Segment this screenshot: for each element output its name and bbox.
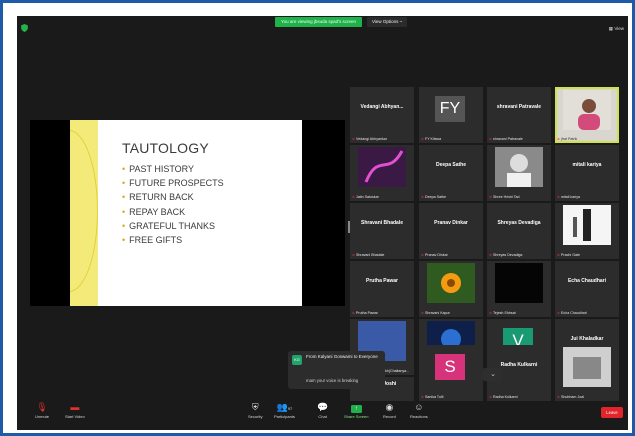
mic-icon: ⨯ <box>557 137 561 141</box>
slide-decor-bar <box>70 120 98 306</box>
chat-avatar: KG <box>292 355 302 365</box>
record-icon: ◉ <box>385 402 394 412</box>
participant-tile[interactable]: ⨯Shravani Kapur <box>419 261 483 317</box>
mic-muted-icon: ⨯ <box>557 395 561 399</box>
mic-muted-icon: ⨯ <box>557 195 561 199</box>
profile-picture <box>495 263 543 303</box>
mic-muted-icon: ⨯ <box>489 195 493 199</box>
view-button[interactable]: ▦ View <box>609 26 624 32</box>
slide-bullet: • REPAY BACK <box>122 206 186 217</box>
slide-bullet: • FREE GIFTS <box>122 235 183 246</box>
view-label: View <box>614 26 624 31</box>
mic-muted-icon: ⨯ <box>352 195 356 199</box>
participant-tile[interactable]: ⨯Shubham Joal <box>555 345 619 401</box>
participants-icon: 👥97 <box>276 402 293 412</box>
participant-tile[interactable]: mitali kariya ⨯mitali kariya <box>555 145 619 201</box>
gallery-scroll-down-button[interactable]: ⌄ <box>483 368 503 381</box>
slide-bullet: • PAST HISTORY <box>122 164 195 174</box>
chevron-down-icon: ⌄ <box>490 371 496 378</box>
participant-tile[interactable]: ⨯Shree Hrishi Tad <box>487 145 551 201</box>
profile-picture <box>563 347 611 387</box>
shield-icon[interactable] <box>21 24 28 32</box>
reactions-button[interactable]: ☺ Reactions <box>410 402 428 419</box>
participant-tile[interactable]: Prutha Pawar ⨯Prutha Pawar <box>350 261 414 317</box>
shared-screen: TAUTOLOGY • PAST HISTORY • FUTURE PROSPECT… <box>30 120 345 306</box>
slide-bullets: • PAST HISTORY • FUTURE PROSPECTS • RETURN … <box>122 162 224 247</box>
mic-muted-icon: ⨯ <box>352 137 356 141</box>
zoom-meeting-window: You are viewing jbsuda spad's screen Vie… <box>17 16 628 430</box>
participant-tile[interactable]: ⨯Tejesh Shirsat <box>487 261 551 317</box>
share-screen-button[interactable]: ↑ Share Screen <box>344 402 368 419</box>
record-button[interactable]: ◉ Record <box>383 402 396 419</box>
chat-button[interactable]: 💬 Chat <box>317 402 328 419</box>
mic-muted-icon: ⨯ <box>489 137 493 141</box>
mic-muted-icon: ⨯ <box>421 311 425 315</box>
unmute-button[interactable]: 🎙 Unmute <box>35 402 49 419</box>
mic-muted-icon: ⨯ <box>421 195 425 199</box>
chat-message: mam your voice is breaking <box>306 378 359 383</box>
participant-tile[interactable]: S ⨯Sanika Tulli <box>419 345 483 401</box>
slide-bullet: • FUTURE PROSPECTS <box>122 178 224 189</box>
chat-sender: From Kalyani Goswami to Everyone <box>306 354 378 359</box>
mic-muted-icon: 🎙 <box>36 402 48 412</box>
mic-muted-icon: ⨯ <box>489 311 493 315</box>
participant-tile[interactable]: Echa Chaudhari ⨯Echa Chaudhari <box>555 261 619 317</box>
mic-muted-icon: ⨯ <box>421 137 425 141</box>
presentation-slide: TAUTOLOGY • PAST HISTORY • FUTURE PROSPECT… <box>70 120 302 306</box>
profile-picture <box>495 147 543 187</box>
mic-muted-icon: ⨯ <box>489 395 493 399</box>
security-button[interactable]: ⛨ Security <box>248 402 262 419</box>
mic-muted-icon: ⨯ <box>557 311 561 315</box>
speaker-video-image <box>563 90 611 130</box>
participant-tile-active-speaker[interactable]: ⨯jfrat Patrik <box>555 87 619 143</box>
participant-tile[interactable]: Shravani Bhadale ⨯Shravani Bhadale <box>350 203 414 259</box>
view-options-button[interactable]: View Options ~ <box>367 17 408 27</box>
screenshot-frame: You are viewing jbsuda spad's screen Vie… <box>0 0 635 436</box>
participant-tile[interactable]: Deepa Sathe ⨯Deepa Sathe <box>419 145 483 201</box>
participant-tile[interactable]: Vedangi Abhyan... ⨯Vedangi Abhyankar <box>350 87 414 143</box>
participant-tile[interactable]: Pranav Dinkar ⨯Pranav Dinkar <box>419 203 483 259</box>
slide-bullet: • GRATEFUL THANKS <box>122 220 216 231</box>
mic-muted-icon: ⨯ <box>421 395 425 399</box>
leave-meeting-button[interactable]: Leave <box>601 407 623 418</box>
mic-muted-icon: ⨯ <box>489 253 493 257</box>
shield-icon: ⛨ <box>251 402 259 412</box>
mic-muted-icon: ⨯ <box>352 253 356 257</box>
participant-tile[interactable]: ⨯Prachi Gate <box>555 203 619 259</box>
participant-tile[interactable]: Shreyas Devadiga ⨯Shreyas Devadiga <box>487 203 551 259</box>
viewing-screen-banner: You are viewing jbsuda spad's screen <box>275 17 362 27</box>
slide-title: TAUTOLOGY <box>122 140 209 156</box>
participant-tile[interactable]: ⨯Jatin Satoskar <box>350 145 414 201</box>
grid-view-icon: ▦ <box>608 26 614 31</box>
participant-tile[interactable]: FY ⨯FY Kitswa <box>419 87 483 143</box>
chat-icon: 💬 <box>317 402 329 412</box>
mic-muted-icon: ⨯ <box>421 253 425 257</box>
participant-tile[interactable]: shravani Patravale ⨯shravani Patravale <box>487 87 551 143</box>
profile-picture <box>563 205 611 245</box>
start-video-button[interactable]: ▬ Start Video <box>65 402 85 419</box>
participants-button[interactable]: 👥97 Participants <box>274 402 295 419</box>
profile-picture <box>358 147 406 187</box>
slide-bullet: • RETURN BACK <box>122 192 194 203</box>
chat-notification[interactable]: KG From Kalyani Goswami to Everyone mam … <box>288 351 385 389</box>
profile-picture <box>427 263 475 303</box>
share-screen-icon: ↑ <box>350 405 362 413</box>
mic-muted-icon: ⨯ <box>557 253 561 257</box>
mic-muted-icon: ⨯ <box>352 311 356 315</box>
reactions-icon: ☺ <box>414 402 424 412</box>
video-off-icon: ▬ <box>70 402 80 412</box>
